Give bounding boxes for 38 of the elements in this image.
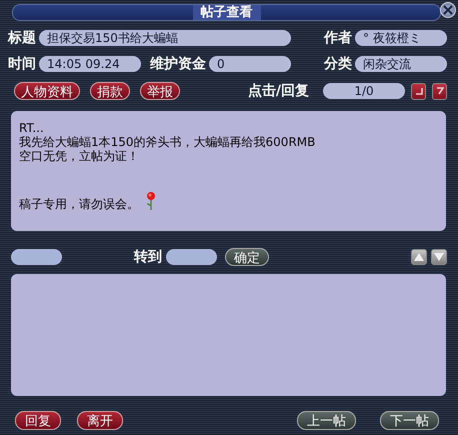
post-text: 空口无凭，立帖为证！ <box>19 149 139 163</box>
text-field[interactable]: 闲杂交流 <box>355 56 447 72</box>
scroll-down-button[interactable] <box>431 249 447 265</box>
nav-button[interactable]: 上一帖 <box>297 410 356 430</box>
input-field[interactable] <box>11 249 62 265</box>
scroll-up-button[interactable] <box>411 249 427 265</box>
goto-label: 转到 <box>134 248 162 266</box>
stats-field: 1/0 <box>323 83 405 99</box>
text-field[interactable]: 担保交易150书给大蝙蝠 <box>39 30 291 46</box>
action-button[interactable]: 人物资料 <box>14 82 80 100</box>
post-text: 我先给大蝙蝠1本150的斧头书，大蝙蝠再给我600RMB <box>19 135 316 149</box>
close-button[interactable] <box>440 2 456 18</box>
field-label: 作者 <box>324 29 352 47</box>
window-title: 帖子查看 <box>192 5 260 20</box>
text-field[interactable]: 0 <box>209 56 291 72</box>
down-triangle-icon <box>434 253 444 261</box>
bottom-button[interactable]: 离开 <box>77 410 123 430</box>
field-label: 分类 <box>324 55 352 73</box>
text-field[interactable]: ° 夜筱橙ミ <box>355 30 447 46</box>
field-label: 维护资金 <box>150 55 206 73</box>
bottom-button[interactable]: 回复 <box>15 410 61 430</box>
corner-icon <box>436 87 444 95</box>
confirm-button[interactable]: 确定 <box>225 248 269 266</box>
nav-button[interactable]: 下一帖 <box>380 410 439 430</box>
up-triangle-icon <box>414 253 424 261</box>
minimize-button[interactable] <box>411 82 426 100</box>
post-text: RT... <box>19 121 44 135</box>
action-button[interactable]: 举报 <box>140 82 180 100</box>
maximize-button[interactable] <box>432 82 447 100</box>
rose-icon <box>145 191 157 211</box>
text-field[interactable]: 14:05 09.24 <box>39 56 141 72</box>
field-label: 标题 <box>8 29 36 47</box>
corner-icon <box>414 87 422 95</box>
field-label: 时间 <box>8 55 36 73</box>
goto-field[interactable] <box>166 249 217 265</box>
action-button[interactable]: 捐款 <box>90 82 130 100</box>
post-text: 稿子专用，请勿误会。 <box>19 197 139 211</box>
stats-label: 点击/回复 <box>248 82 309 100</box>
